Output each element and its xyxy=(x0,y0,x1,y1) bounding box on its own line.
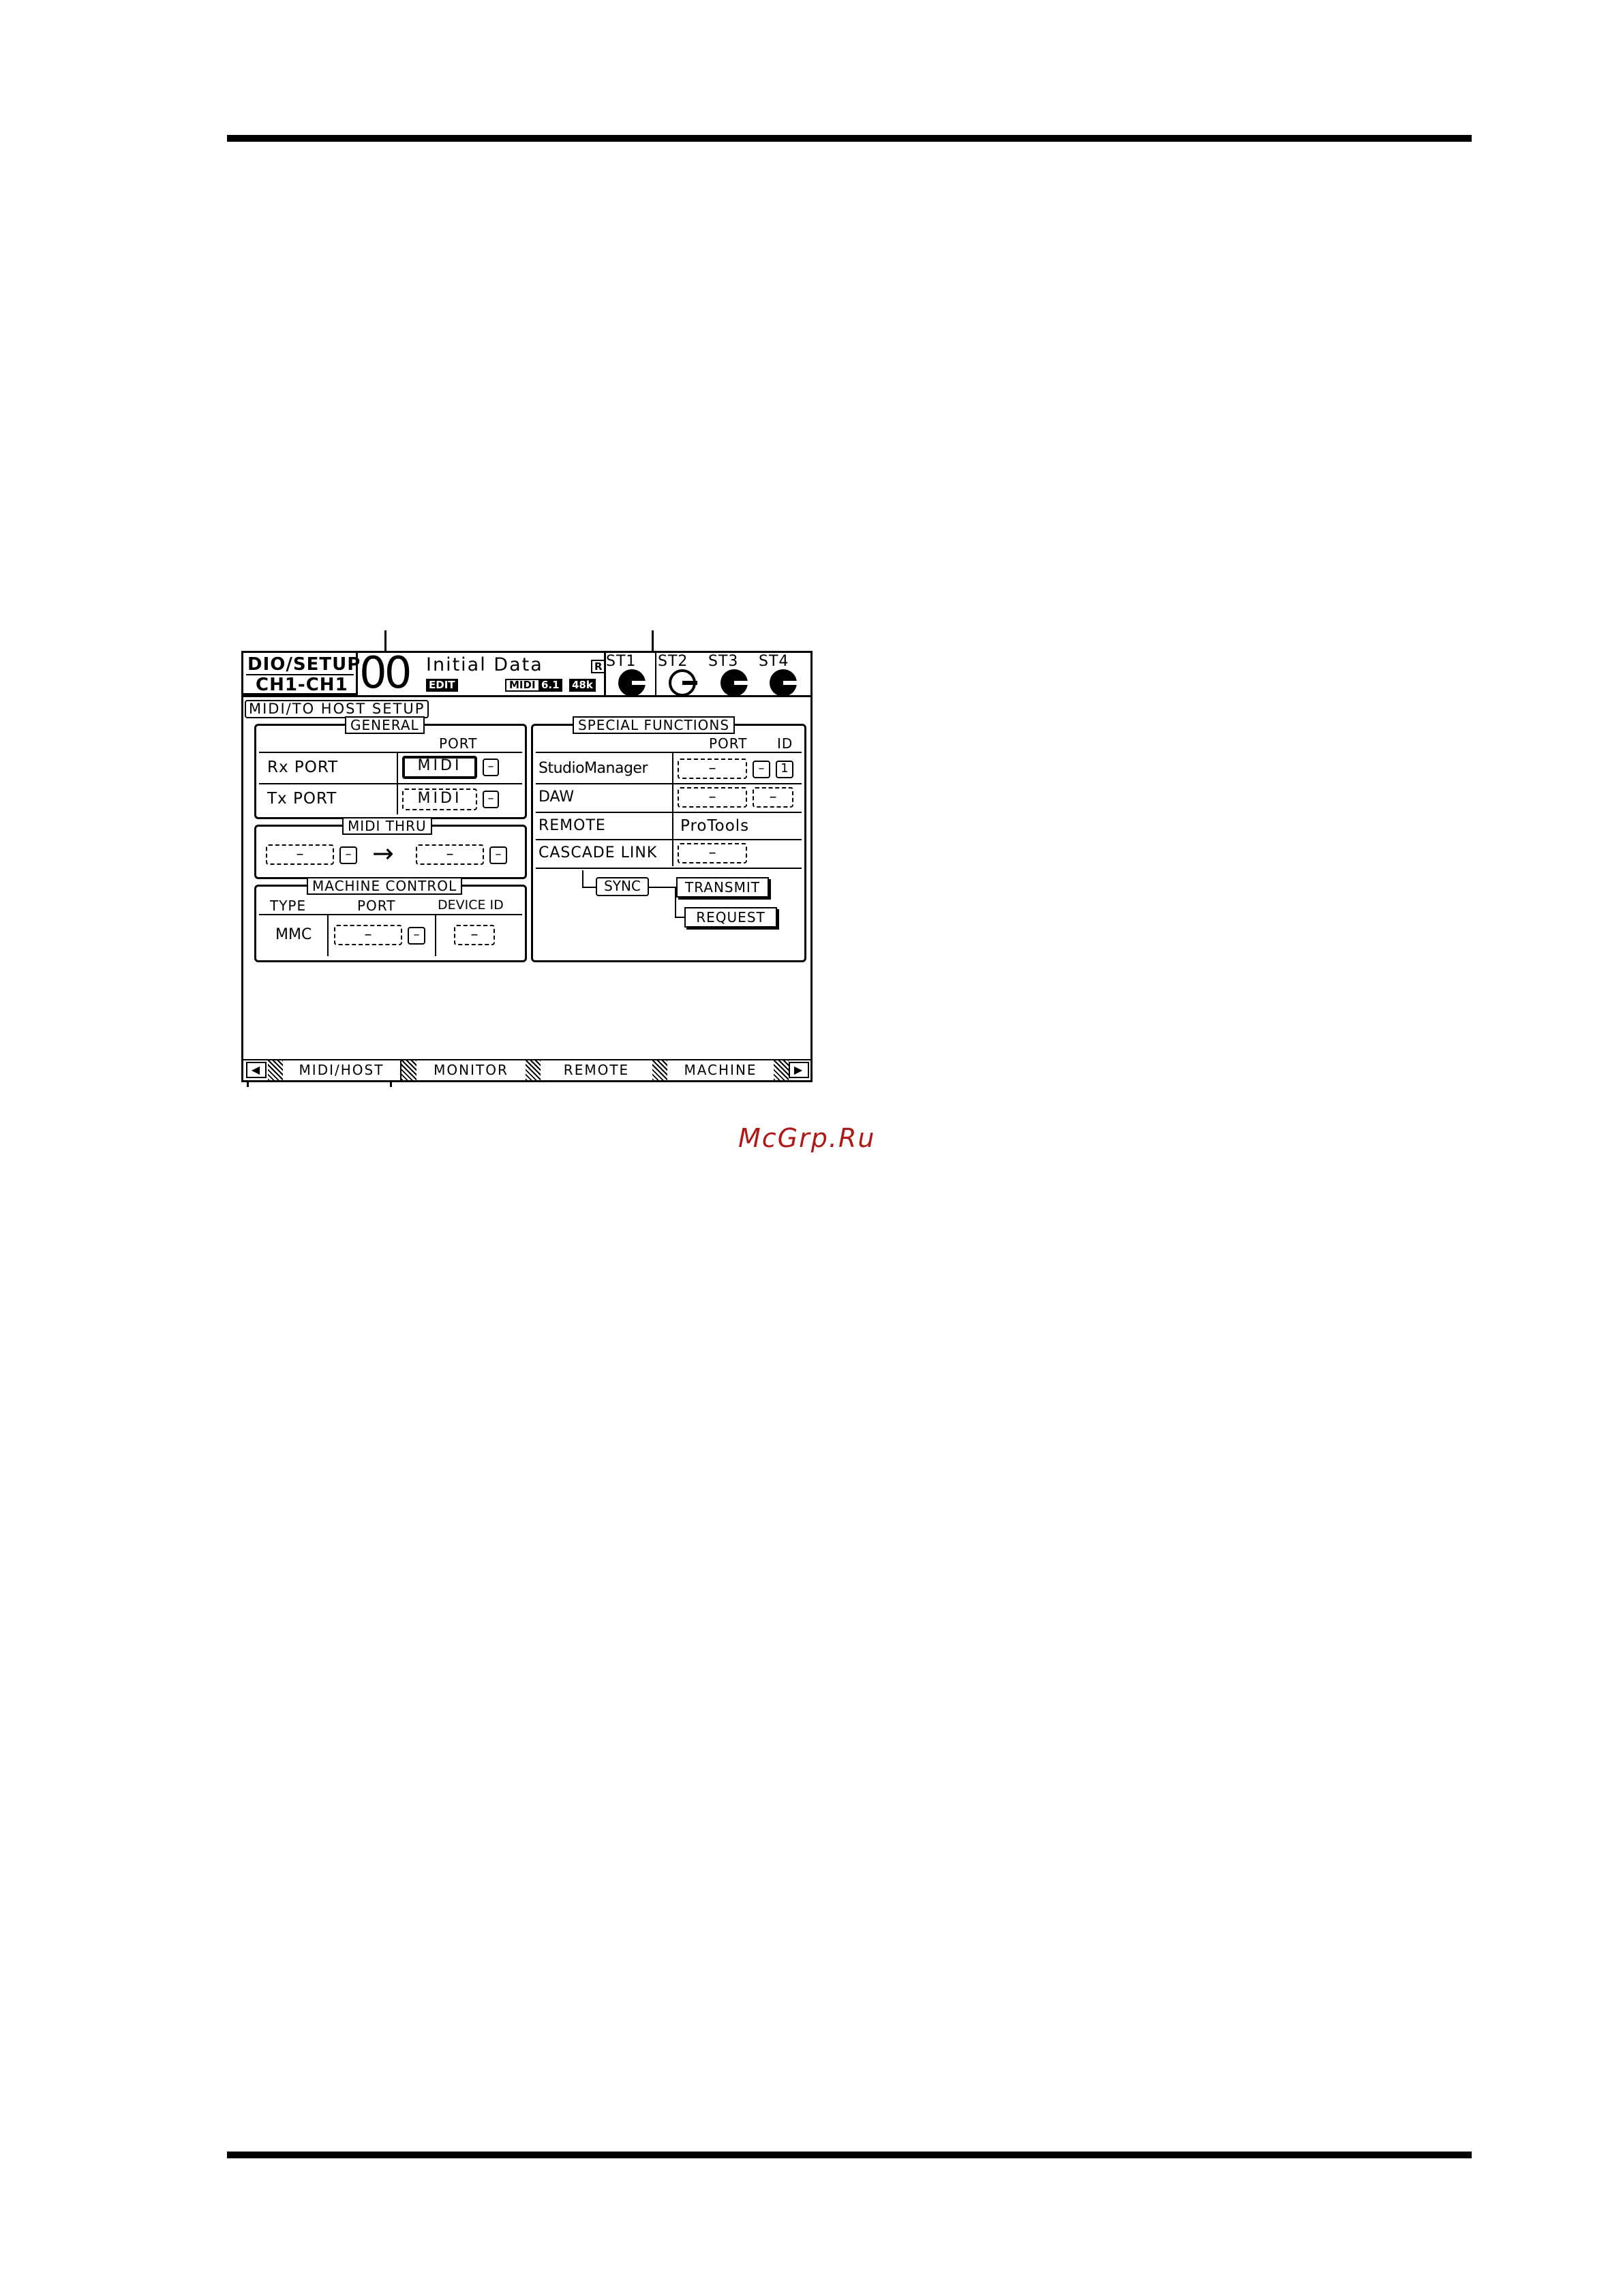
sync-button[interactable]: SYNC xyxy=(596,877,649,896)
midi-thru-in-sub-select[interactable]: – xyxy=(339,846,357,864)
general-header-line xyxy=(259,752,522,753)
studio-manager-id-select[interactable]: 1 xyxy=(776,761,793,778)
midi-badge: MIDI xyxy=(505,679,540,692)
tab-left-arrow-icon[interactable]: ◀ xyxy=(246,1062,267,1078)
tab-monitor[interactable]: MONITOR xyxy=(416,1060,526,1080)
daw-sub-select[interactable]: – xyxy=(753,787,793,808)
midi-thru-out-sub-select[interactable]: – xyxy=(489,846,507,864)
page-title: MIDI/TO HOST SETUP xyxy=(245,700,429,718)
special-functions-panel: SPECIAL FUNCTIONS PORT ID StudioManager … xyxy=(531,716,806,962)
mc-type-value: MMC xyxy=(275,926,312,943)
tx-port-label: Tx PORT xyxy=(267,790,337,808)
edit-badge: EDIT xyxy=(426,679,458,692)
tab-separator-icon xyxy=(401,1060,416,1080)
st2-label: ST2 xyxy=(658,653,688,670)
sf-row-line xyxy=(536,839,802,840)
rx-port-label: Rx PORT xyxy=(267,759,339,776)
request-button[interactable]: REQUEST xyxy=(684,907,777,928)
sf-col-line xyxy=(672,753,673,866)
tab-machine[interactable]: MACHINE xyxy=(667,1060,774,1080)
general-row-line xyxy=(259,783,522,784)
mc-header-line xyxy=(259,914,522,915)
st4-knob-icon xyxy=(770,669,797,697)
sync-tree-line xyxy=(649,887,676,888)
general-panel: GENERAL PORT Rx PORT MIDI – Tx PORT MIDI… xyxy=(254,716,527,819)
tab-separator-icon xyxy=(526,1060,541,1080)
sync-tree-line xyxy=(582,870,583,888)
studio-manager-port-select[interactable]: – xyxy=(678,759,747,779)
cascade-link-select[interactable]: – xyxy=(678,843,747,863)
mc-type-header: TYPE xyxy=(270,898,307,914)
mc-device-header: DEVICE ID xyxy=(438,898,504,913)
machine-control-panel: MACHINE CONTROL TYPE PORT DEVICE ID MMC … xyxy=(254,877,527,962)
mc-device-id-select[interactable]: – xyxy=(454,925,495,945)
tab-bar: ◀ MIDI/HOST MONITOR REMOTE MACHINE ▶ xyxy=(243,1059,810,1080)
tx-port-select[interactable]: MIDI xyxy=(402,789,477,810)
mc-col-line xyxy=(435,915,436,956)
watermark: McGrp.Ru xyxy=(738,1123,876,1153)
st1-knob-icon xyxy=(618,669,646,697)
sf-row-line xyxy=(536,868,802,869)
remote-value[interactable]: ProTools xyxy=(680,818,749,834)
surround-badge: 6.1 xyxy=(539,679,562,692)
daw-label: DAW xyxy=(539,789,575,806)
tab-separator-icon xyxy=(774,1060,789,1080)
tab-remote[interactable]: REMOTE xyxy=(541,1060,652,1080)
header-bottom-line xyxy=(243,695,810,697)
midi-thru-panel: MIDI THRU – – → – – xyxy=(254,817,527,879)
tx-port-sub-select[interactable]: – xyxy=(483,791,499,808)
scene-name: Initial Data xyxy=(426,654,543,675)
header-title-top: DIO/SETUP xyxy=(247,654,361,675)
general-port-header: PORT xyxy=(439,735,478,752)
st1-label: ST1 xyxy=(606,653,637,670)
mc-port-sub-select[interactable]: – xyxy=(408,927,425,945)
lcd-screen: DIO/SETUP CH1-CH1 00 Initial Data R EDIT… xyxy=(241,651,813,1082)
mc-col-line xyxy=(327,915,329,956)
header-divider-v xyxy=(655,653,656,695)
fs-badge: 48k xyxy=(569,679,596,692)
general-legend: GENERAL xyxy=(345,716,425,734)
header-title-box: DIO/SETUP CH1-CH1 xyxy=(243,653,361,695)
studio-manager-sub-select[interactable]: – xyxy=(753,761,770,778)
mc-port-header: PORT xyxy=(357,898,396,914)
tab-separator-icon xyxy=(268,1060,283,1080)
midi-thru-out-select[interactable]: – xyxy=(416,844,484,865)
machine-control-legend: MACHINE CONTROL xyxy=(307,877,463,895)
scene-number: 00 xyxy=(359,651,412,699)
sf-id-header: ID xyxy=(777,735,793,752)
top-rule xyxy=(227,135,1472,142)
rx-port-select[interactable]: MIDI xyxy=(402,756,477,779)
sf-port-header: PORT xyxy=(709,735,748,752)
tab-separator-icon xyxy=(652,1060,667,1080)
st2-knob-icon xyxy=(669,669,697,697)
tab-right-arrow-icon[interactable]: ▶ xyxy=(789,1062,809,1078)
special-functions-legend: SPECIAL FUNCTIONS xyxy=(573,716,735,734)
tab-midi-host[interactable]: MIDI/HOST xyxy=(283,1060,400,1080)
studio-manager-label: StudioManager xyxy=(539,760,648,777)
midi-thru-legend: MIDI THRU xyxy=(342,817,432,835)
transmit-button[interactable]: TRANSMIT xyxy=(676,877,769,898)
st3-label: ST3 xyxy=(708,653,739,670)
remote-label: REMOTE xyxy=(539,817,606,834)
sf-header-line xyxy=(536,752,802,753)
bottom-rule xyxy=(227,2152,1472,2158)
rx-port-sub-select[interactable]: – xyxy=(483,759,499,776)
sf-row-line xyxy=(536,812,802,813)
thru-arrow-icon: → xyxy=(372,838,394,868)
header-title-bottom: CH1-CH1 xyxy=(256,675,348,695)
st3-knob-icon xyxy=(721,669,748,697)
sf-row-line xyxy=(536,783,802,784)
mc-port-select[interactable]: – xyxy=(334,925,402,945)
st4-label: ST4 xyxy=(759,653,789,670)
cascade-link-label: CASCADE LINK xyxy=(539,844,658,861)
daw-port-select[interactable]: – xyxy=(678,787,747,808)
sync-tree-line xyxy=(582,887,597,888)
midi-thru-in-select[interactable]: – xyxy=(266,844,334,865)
